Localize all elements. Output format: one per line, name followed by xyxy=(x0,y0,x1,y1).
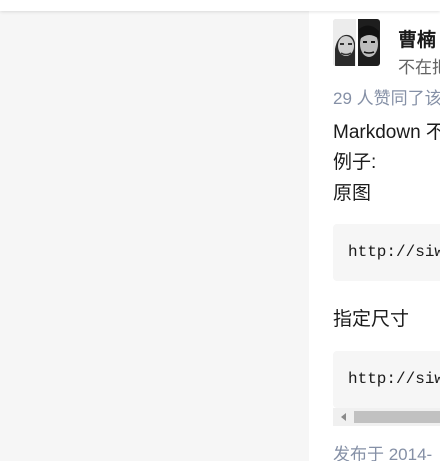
code-block-original: http://siw xyxy=(333,224,440,281)
code-block-resized: http://siw xyxy=(333,351,440,408)
code-original-text: http://siw xyxy=(348,243,440,261)
vote-count[interactable]: 29 人赞同了该 xyxy=(333,84,440,109)
top-navigation-bar xyxy=(0,0,440,11)
publish-date[interactable]: 发布于 2014- xyxy=(333,440,432,461)
content-example-label: 例子: xyxy=(333,152,377,173)
answer-card: 曹楠 不在把 29 人赞同了该 Markdown 不 例子: 原图 http:/… xyxy=(309,11,440,461)
content-intro: Markdown 不 xyxy=(333,122,440,143)
author-avatar[interactable] xyxy=(333,19,380,66)
scroll-thumb[interactable] xyxy=(354,411,440,423)
scroll-left-arrow-icon[interactable] xyxy=(341,413,346,421)
author-name[interactable]: 曹楠 xyxy=(398,25,436,52)
code-resized-text: http://siw xyxy=(348,370,440,388)
author-info: 曹楠 不在把 xyxy=(333,19,440,77)
content-original-label: 原图 xyxy=(333,183,372,204)
avatar-image xyxy=(333,19,380,66)
author-bio: 不在把 xyxy=(398,58,440,77)
code-horizontal-scrollbar[interactable] xyxy=(333,408,440,426)
content-resize-label: 指定尺寸 xyxy=(333,309,410,330)
